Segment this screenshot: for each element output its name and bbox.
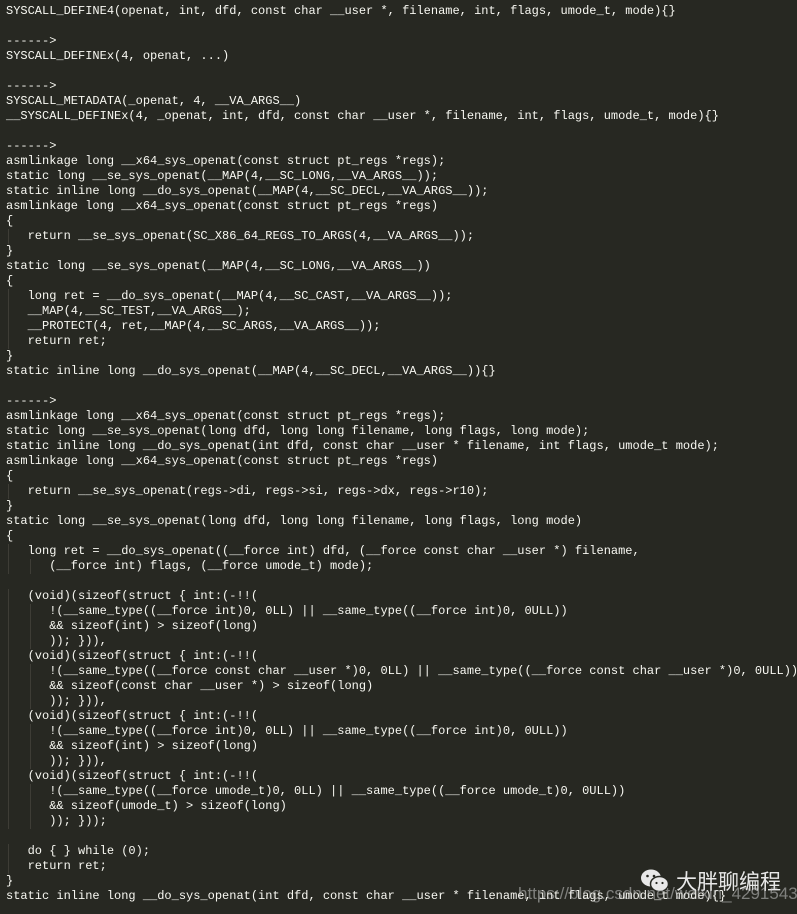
indent-guide bbox=[29, 664, 31, 679]
code-line: { bbox=[6, 214, 14, 228]
code-line: static long __se_sys_openat(long dfd, lo… bbox=[6, 514, 583, 528]
code-line: ------> bbox=[6, 394, 57, 408]
indent-guide bbox=[8, 634, 9, 649]
code-line: __SYSCALL_DEFINEx(4, _openat, int, dfd, … bbox=[6, 109, 719, 123]
code-line: return __se_sys_openat(regs->di, regs->s… bbox=[6, 484, 489, 499]
code-line: )); })), bbox=[6, 634, 107, 649]
indent-guide bbox=[8, 769, 9, 784]
indent-guide bbox=[8, 709, 9, 724]
indent-guide bbox=[29, 559, 31, 574]
code-line: asmlinkage long __x64_sys_openat(const s… bbox=[6, 154, 446, 168]
indent-guide bbox=[29, 754, 31, 769]
code-line: SYSCALL_DEFINEx(4, openat, ...) bbox=[6, 49, 230, 63]
code-line: (void)(sizeof(struct { int:(-!!( bbox=[6, 589, 259, 604]
indent-guide bbox=[29, 679, 31, 694]
code-line: (void)(sizeof(struct { int:(-!!( bbox=[6, 769, 259, 784]
code-line: static long __se_sys_openat(long dfd, lo… bbox=[6, 424, 590, 438]
indent-guide bbox=[29, 784, 31, 799]
code-view: SYSCALL_DEFINE4(openat, int, dfd, const … bbox=[6, 4, 797, 904]
indent-guide bbox=[29, 799, 31, 814]
indent-guide bbox=[8, 859, 9, 874]
code-line: ------> bbox=[6, 79, 57, 93]
indent-guide bbox=[8, 304, 9, 319]
code-line: { bbox=[6, 469, 14, 483]
code-line: __MAP(4,__SC_TEST,__VA_ARGS__); bbox=[6, 304, 251, 319]
watermark-url: https://blog.csdn.net/weixin_42915431 bbox=[518, 884, 797, 903]
code-line: static inline long __do_sys_openat(int d… bbox=[6, 439, 719, 453]
indent-guide bbox=[29, 694, 31, 709]
indent-guide bbox=[8, 544, 9, 559]
code-line: !(__same_type((__force int)0, 0LL) || __… bbox=[6, 724, 568, 739]
indent-guide bbox=[8, 319, 9, 334]
code-line: return __se_sys_openat(SC_X86_64_REGS_TO… bbox=[6, 229, 475, 244]
code-line: long ret = __do_sys_openat((__force int)… bbox=[6, 544, 640, 559]
code-line: SYSCALL_METADATA(_openat, 4, __VA_ARGS__… bbox=[6, 94, 302, 108]
code-line: ------> bbox=[6, 139, 57, 153]
code-line: SYSCALL_DEFINE4(openat, int, dfd, const … bbox=[6, 4, 676, 18]
indent-guide bbox=[8, 229, 9, 244]
code-line: && sizeof(int) > sizeof(long) bbox=[6, 739, 259, 754]
indent-guide bbox=[29, 619, 31, 634]
indent-guide bbox=[29, 739, 31, 754]
indent-guide bbox=[8, 484, 9, 499]
code-line: (void)(sizeof(struct { int:(-!!( bbox=[6, 709, 259, 724]
code-line: do { } while (0); bbox=[6, 844, 151, 859]
indent-guide bbox=[29, 604, 31, 619]
indent-guide bbox=[8, 289, 9, 304]
code-line: && sizeof(const char __user *) > sizeof(… bbox=[6, 679, 374, 694]
code-line: && sizeof(int) > sizeof(long) bbox=[6, 619, 259, 634]
indent-guide bbox=[29, 634, 31, 649]
indent-guide bbox=[8, 724, 9, 739]
code-line: static inline long __do_sys_openat(__MAP… bbox=[6, 184, 489, 198]
code-line: !(__same_type((__force umode_t)0, 0LL) |… bbox=[6, 784, 626, 799]
indent-guide bbox=[29, 814, 31, 829]
code-line: static long __se_sys_openat(__MAP(4,__SC… bbox=[6, 169, 439, 183]
indent-guide bbox=[8, 619, 9, 634]
indent-guide bbox=[8, 754, 9, 769]
code-line: ------> bbox=[6, 34, 57, 48]
code-line: )); })), bbox=[6, 694, 107, 709]
code-line: asmlinkage long __x64_sys_openat(const s… bbox=[6, 199, 439, 213]
code-line: (__force int) flags, (__force umode_t) m… bbox=[6, 559, 374, 574]
indent-guide bbox=[8, 664, 9, 679]
code-line: static inline long __do_sys_openat(__MAP… bbox=[6, 364, 496, 378]
code-line: !(__same_type((__force const char __user… bbox=[6, 664, 797, 679]
code-line: asmlinkage long __x64_sys_openat(const s… bbox=[6, 409, 446, 423]
code-line: )); })), bbox=[6, 754, 107, 769]
indent-guide bbox=[8, 649, 9, 664]
indent-guide bbox=[8, 799, 9, 814]
code-line: !(__same_type((__force int)0, 0LL) || __… bbox=[6, 604, 568, 619]
indent-guide bbox=[8, 694, 9, 709]
code-line: return ret; bbox=[6, 334, 107, 349]
code-line: } bbox=[6, 349, 14, 363]
code-line: } bbox=[6, 244, 14, 258]
indent-guide bbox=[8, 814, 9, 829]
code-line: static long __se_sys_openat(__MAP(4,__SC… bbox=[6, 259, 431, 273]
code-line: } bbox=[6, 499, 14, 513]
indent-guide bbox=[8, 679, 9, 694]
code-line: __PROTECT(4, ret,__MAP(4,__SC_ARGS,__VA_… bbox=[6, 319, 381, 334]
indent-guide bbox=[8, 589, 9, 604]
indent-guide bbox=[8, 334, 9, 349]
code-line: (void)(sizeof(struct { int:(-!!( bbox=[6, 649, 259, 664]
indent-guide bbox=[8, 604, 9, 619]
code-line: { bbox=[6, 274, 14, 288]
indent-guide bbox=[8, 559, 9, 574]
code-line: long ret = __do_sys_openat(__MAP(4,__SC_… bbox=[6, 289, 453, 304]
indent-guide bbox=[8, 844, 9, 859]
code-line: && sizeof(umode_t) > sizeof(long) bbox=[6, 799, 287, 814]
indent-guide bbox=[29, 724, 31, 739]
code-line: { bbox=[6, 529, 14, 543]
indent-guide bbox=[8, 739, 9, 754]
indent-guide bbox=[8, 784, 9, 799]
code-line: asmlinkage long __x64_sys_openat(const s… bbox=[6, 454, 439, 468]
code-line: )); })); bbox=[6, 814, 107, 829]
